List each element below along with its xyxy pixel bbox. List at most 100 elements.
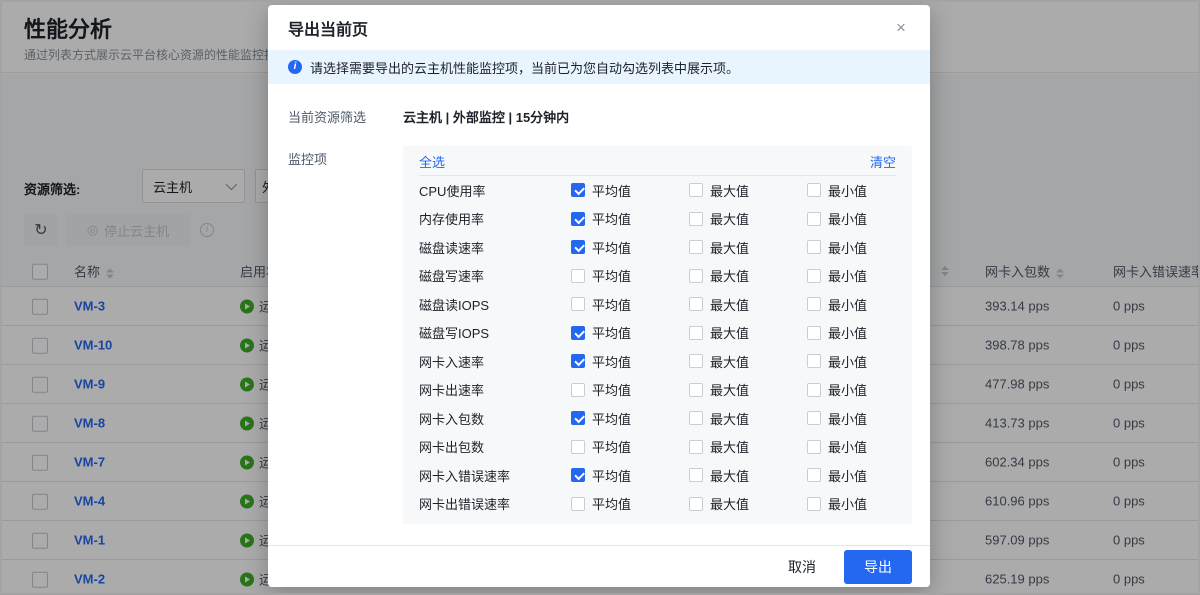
metric-row: 网卡出速率 平均值 最大值 最小值 (419, 376, 896, 405)
max-label: 最大值 (710, 409, 749, 428)
max-label: 最大值 (710, 380, 749, 399)
max-label: 最大值 (710, 181, 749, 200)
checkbox-icon (689, 440, 703, 454)
metric-row: 磁盘写速率 平均值 最大值 最小值 (419, 262, 896, 291)
metric-name: 网卡入速率 (419, 352, 571, 371)
avg-checkbox[interactable]: 平均值 (571, 409, 689, 428)
min-label: 最小值 (828, 380, 867, 399)
checkbox-icon (689, 383, 703, 397)
checkbox-icon (689, 240, 703, 254)
metric-name: 磁盘写IOPS (419, 323, 571, 342)
checkbox-icon (689, 269, 703, 283)
modal-body: 当前资源筛选 云主机 | 外部监控 | 15分钟内 监控项 全选 清空 CPU使… (268, 84, 930, 524)
max-checkbox[interactable]: 最大值 (689, 209, 807, 228)
min-checkbox[interactable]: 最小值 (807, 181, 896, 200)
current-filter-row: 当前资源筛选 云主机 | 外部监控 | 15分钟内 (288, 104, 912, 126)
min-checkbox[interactable]: 最小值 (807, 409, 896, 428)
metrics-list: CPU使用率 平均值 最大值 最小值 内存使用率 平均值 最大值 最小值 磁盘读… (419, 176, 896, 518)
modal-title: 导出当前页 (288, 16, 368, 40)
avg-label: 平均值 (592, 380, 631, 399)
avg-checkbox[interactable]: 平均值 (571, 323, 689, 342)
max-label: 最大值 (710, 295, 749, 314)
metric-row: 磁盘读速率 平均值 最大值 最小值 (419, 233, 896, 262)
avg-checkbox[interactable]: 平均值 (571, 266, 689, 285)
metric-name: 磁盘读IOPS (419, 295, 571, 314)
checkbox-icon (807, 468, 821, 482)
checkbox-icon (689, 297, 703, 311)
checkbox-icon (571, 354, 585, 368)
checkbox-icon (571, 297, 585, 311)
min-label: 最小值 (828, 295, 867, 314)
avg-checkbox[interactable]: 平均值 (571, 295, 689, 314)
min-label: 最小值 (828, 352, 867, 371)
avg-checkbox[interactable]: 平均值 (571, 209, 689, 228)
avg-checkbox[interactable]: 平均值 (571, 466, 689, 485)
info-banner-text: 请选择需要导出的云主机性能监控项，当前已为您自动勾选列表中展示项。 (310, 58, 739, 77)
max-checkbox[interactable]: 最大值 (689, 181, 807, 200)
max-checkbox[interactable]: 最大值 (689, 238, 807, 257)
min-checkbox[interactable]: 最小值 (807, 295, 896, 314)
checkbox-icon (807, 326, 821, 340)
checkbox-icon (807, 297, 821, 311)
metric-name: 网卡出速率 (419, 380, 571, 399)
select-all-link[interactable]: 全选 (419, 152, 445, 171)
avg-label: 平均值 (592, 466, 631, 485)
min-checkbox[interactable]: 最小值 (807, 266, 896, 285)
checkbox-icon (571, 440, 585, 454)
checkbox-icon (571, 183, 585, 197)
min-checkbox[interactable]: 最小值 (807, 380, 896, 399)
min-checkbox[interactable]: 最小值 (807, 209, 896, 228)
min-checkbox[interactable]: 最小值 (807, 437, 896, 456)
max-checkbox[interactable]: 最大值 (689, 266, 807, 285)
avg-checkbox[interactable]: 平均值 (571, 352, 689, 371)
cancel-button[interactable]: 取消 (778, 551, 826, 583)
checkbox-icon (689, 411, 703, 425)
export-button[interactable]: 导出 (844, 550, 912, 584)
min-checkbox[interactable]: 最小值 (807, 466, 896, 485)
max-checkbox[interactable]: 最大值 (689, 494, 807, 513)
close-icon[interactable]: × (888, 15, 914, 41)
checkbox-icon (807, 440, 821, 454)
min-label: 最小值 (828, 238, 867, 257)
min-label: 最小值 (828, 323, 867, 342)
max-label: 最大值 (710, 323, 749, 342)
max-checkbox[interactable]: 最大值 (689, 352, 807, 371)
checkbox-icon (689, 212, 703, 226)
avg-checkbox[interactable]: 平均值 (571, 494, 689, 513)
checkbox-icon (571, 383, 585, 397)
avg-checkbox[interactable]: 平均值 (571, 238, 689, 257)
checkbox-icon (807, 212, 821, 226)
max-label: 最大值 (710, 466, 749, 485)
checkbox-icon (571, 212, 585, 226)
min-checkbox[interactable]: 最小值 (807, 494, 896, 513)
metric-row: 网卡入错误速率 平均值 最大值 最小值 (419, 461, 896, 490)
modal-footer: 取消 导出 (268, 545, 930, 587)
avg-label: 平均值 (592, 323, 631, 342)
checkbox-icon (571, 468, 585, 482)
checkbox-icon (689, 326, 703, 340)
max-checkbox[interactable]: 最大值 (689, 323, 807, 342)
metrics-panel-header: 全选 清空 (419, 148, 896, 176)
max-checkbox[interactable]: 最大值 (689, 466, 807, 485)
checkbox-icon (689, 468, 703, 482)
metric-name: 网卡出包数 (419, 437, 571, 456)
metric-name: 网卡入包数 (419, 409, 571, 428)
max-checkbox[interactable]: 最大值 (689, 295, 807, 314)
max-label: 最大值 (710, 266, 749, 285)
min-checkbox[interactable]: 最小值 (807, 323, 896, 342)
max-checkbox[interactable]: 最大值 (689, 409, 807, 428)
info-banner: i 请选择需要导出的云主机性能监控项，当前已为您自动勾选列表中展示项。 (268, 50, 930, 84)
avg-checkbox[interactable]: 平均值 (571, 181, 689, 200)
min-checkbox[interactable]: 最小值 (807, 238, 896, 257)
checkbox-icon (807, 240, 821, 254)
clear-all-link[interactable]: 清空 (870, 152, 896, 171)
checkbox-icon (571, 240, 585, 254)
max-checkbox[interactable]: 最大值 (689, 380, 807, 399)
avg-checkbox[interactable]: 平均值 (571, 380, 689, 399)
checkbox-icon (571, 411, 585, 425)
min-checkbox[interactable]: 最小值 (807, 352, 896, 371)
checkbox-icon (571, 326, 585, 340)
max-checkbox[interactable]: 最大值 (689, 437, 807, 456)
metrics-panel: 全选 清空 CPU使用率 平均值 最大值 最小值 内存使用率 平均值 最大值 最… (403, 146, 912, 524)
avg-checkbox[interactable]: 平均值 (571, 437, 689, 456)
